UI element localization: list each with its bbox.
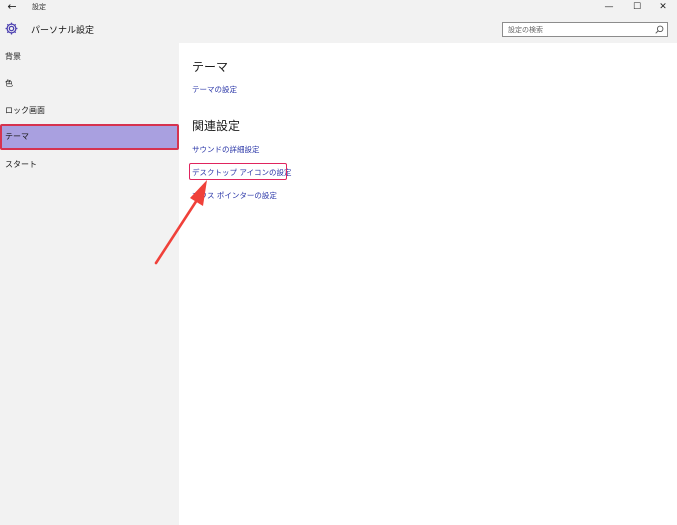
sidebar: 背景 色 ロック画面 テーマ スタート	[0, 43, 179, 525]
title-bar: ← 設定 — ☐ ✕	[0, 0, 677, 15]
mouse-pointer-settings-link[interactable]: マウス ポインターの設定	[192, 190, 277, 201]
related-settings-heading: 関連設定	[192, 119, 241, 133]
maximize-button[interactable]: ☐	[624, 0, 650, 15]
sidebar-item-lock-screen[interactable]: ロック画面	[0, 98, 179, 124]
theme-settings-link[interactable]: テーマの設定	[192, 84, 237, 95]
search-input[interactable]	[503, 23, 656, 36]
sidebar-item-background[interactable]: 背景	[0, 44, 179, 70]
gear-icon	[5, 22, 18, 35]
sidebar-item-theme[interactable]: テーマ	[0, 124, 179, 150]
search-icon[interactable]	[654, 24, 665, 35]
sound-settings-link[interactable]: サウンドの詳細設定	[192, 144, 260, 155]
minimize-button[interactable]: —	[596, 0, 622, 15]
page-header: パーソナル設定	[0, 15, 677, 43]
highlight-box	[189, 163, 287, 180]
sidebar-item-start[interactable]: スタート	[0, 152, 179, 178]
search-box[interactable]	[502, 22, 668, 37]
close-button[interactable]: ✕	[650, 0, 676, 15]
theme-heading: テーマ	[192, 60, 229, 74]
window-title: 設定	[32, 3, 46, 11]
back-arrow-icon[interactable]: ←	[5, 0, 19, 14]
sidebar-item-color[interactable]: 色	[0, 71, 179, 97]
page-title: パーソナル設定	[31, 26, 95, 36]
main-content: テーマ テーマの設定 関連設定 サウンドの詳細設定 デスクトップ アイコンの設定…	[179, 43, 677, 525]
